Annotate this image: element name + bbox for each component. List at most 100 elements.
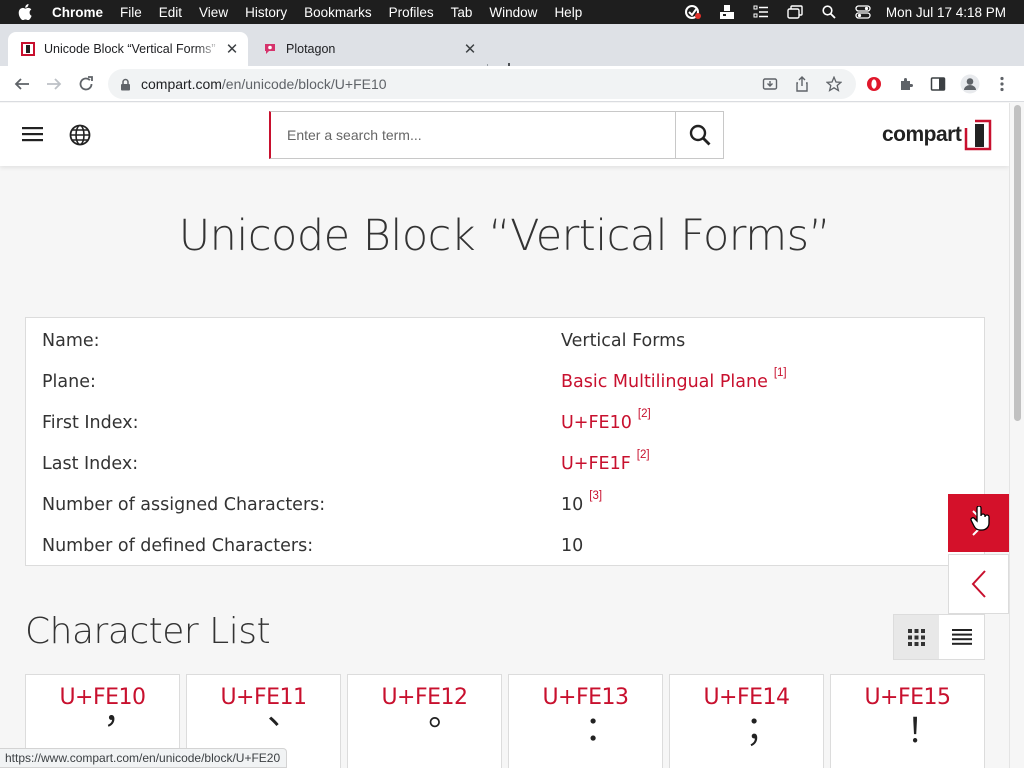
footnote-ref[interactable]: [1]: [774, 367, 787, 379]
menu-tab[interactable]: Tab: [451, 5, 473, 20]
info-label: First Index:: [42, 412, 139, 433]
plane-link[interactable]: Basic Multilingual Plane: [561, 372, 768, 392]
tab-plotagon[interactable]: Plotagon ✕: [250, 32, 486, 66]
block-info-table: Name: Vertical Forms Plane: Basic Multil…: [25, 317, 985, 566]
menu-view[interactable]: View: [199, 5, 228, 20]
lock-icon[interactable]: [120, 78, 131, 91]
compart-logo[interactable]: compart: [882, 118, 993, 152]
grid-view-button[interactable]: [894, 615, 939, 659]
menu-profiles[interactable]: Profiles: [389, 5, 434, 20]
info-value: 10: [561, 535, 584, 556]
hamburger-menu-icon[interactable]: [22, 124, 44, 144]
menu-window[interactable]: Window: [489, 5, 537, 20]
status-app-icon[interactable]: [676, 4, 710, 20]
info-label: Name:: [42, 330, 100, 351]
reload-icon[interactable]: [74, 72, 98, 96]
apple-menu-icon[interactable]: [18, 4, 36, 20]
menu-history[interactable]: History: [245, 5, 287, 20]
character-list-heading: Character List: [25, 611, 271, 652]
info-row-name: Name: Vertical Forms: [42, 320, 972, 361]
info-label: Plane:: [42, 371, 96, 392]
compart-favicon-icon: [20, 41, 36, 57]
character-code: U+FE12: [381, 685, 468, 710]
list-view-button[interactable]: [939, 615, 984, 659]
hand-pointer-cursor-icon: [970, 506, 992, 532]
menu-bookmarks[interactable]: Bookmarks: [304, 5, 372, 20]
grid-icon: [908, 628, 925, 646]
site-search-input[interactable]: [271, 112, 675, 158]
status-drive-icon[interactable]: [710, 4, 744, 20]
side-panel-icon[interactable]: [926, 72, 950, 96]
next-block-button[interactable]: [948, 494, 1009, 552]
tab-unicode-block[interactable]: Unicode Block “Vertical Forms” ✕: [8, 32, 248, 66]
character-code: U+FE15: [864, 685, 951, 710]
character-glyph: ︔: [729, 714, 764, 754]
chevron-left-icon: [971, 569, 987, 599]
plotagon-favicon-icon: [262, 41, 278, 57]
web-page: compart Unicode Block “Vertical Forms” N…: [0, 103, 1009, 768]
character-card[interactable]: U+FE14 ︔: [669, 674, 824, 768]
character-glyph: ︕: [890, 714, 925, 754]
character-code: U+FE11: [220, 685, 307, 710]
menu-edit[interactable]: Edit: [159, 5, 182, 20]
spotlight-search-icon[interactable]: [812, 5, 846, 19]
tab-strip: Unicode Block “Vertical Forms” ✕ Plotago…: [0, 24, 1024, 82]
footnote-ref[interactable]: [3]: [589, 490, 602, 502]
menu-file[interactable]: File: [120, 5, 142, 20]
info-row-plane: Plane: Basic Multilingual Plane [1]: [42, 361, 972, 402]
info-row-last-index: Last Index: U+FE1F [2]: [42, 443, 972, 484]
status-list-icon[interactable]: [744, 5, 778, 19]
macos-menu-bar: Chrome File Edit View History Bookmarks …: [0, 0, 1024, 24]
character-code: U+FE14: [703, 685, 790, 710]
character-card[interactable]: U+FE13 ︓: [508, 674, 663, 768]
info-value: 10: [561, 494, 584, 515]
footnote-ref[interactable]: [2]: [638, 408, 651, 420]
chrome-menu-kebab-icon[interactable]: [990, 72, 1014, 96]
scrollbar-thumb[interactable]: [1014, 105, 1021, 421]
character-glyph: ︒: [407, 714, 442, 754]
tab-close-icon[interactable]: ✕: [222, 39, 242, 59]
url-host: compart.com: [141, 76, 222, 92]
logo-mark-icon: [963, 118, 993, 152]
first-index-link[interactable]: U+FE10: [561, 413, 632, 433]
character-glyph: ︓: [568, 714, 603, 754]
footnote-ref[interactable]: [2]: [637, 449, 650, 461]
site-search-button[interactable]: [675, 112, 723, 158]
info-label: Last Index:: [42, 453, 139, 474]
share-icon[interactable]: [790, 72, 814, 96]
address-bar[interactable]: compart.com/en/unicode/block/U+FE10: [108, 69, 856, 99]
character-card[interactable]: U+FE12 ︒: [347, 674, 502, 768]
opera-extension-icon[interactable]: [862, 72, 886, 96]
install-app-icon[interactable]: [758, 72, 782, 96]
list-icon: [951, 629, 972, 645]
status-windows-icon[interactable]: [778, 5, 812, 19]
profile-avatar-icon[interactable]: [958, 72, 982, 96]
tab-title: Unicode Block “Vertical Forms”: [44, 42, 216, 56]
character-card[interactable]: U+FE15 ︕: [830, 674, 985, 768]
tab-close-icon[interactable]: ✕: [460, 39, 480, 59]
view-toggle: [893, 614, 985, 660]
language-globe-icon[interactable]: [69, 124, 91, 146]
search-icon: [689, 124, 711, 146]
previous-block-button[interactable]: [948, 554, 1009, 614]
menu-help[interactable]: Help: [554, 5, 582, 20]
info-row-first-index: First Index: U+FE10 [2]: [42, 402, 972, 443]
tab-title: Plotagon: [286, 42, 336, 56]
page-scrollbar[interactable]: [1009, 103, 1024, 768]
info-label: Number of defined Characters:: [42, 535, 314, 556]
info-row-defined: Number of defined Characters: 10: [42, 525, 972, 566]
menu-clock[interactable]: Mon Jul 17 4:18 PM: [886, 5, 1006, 20]
menu-app-name[interactable]: Chrome: [52, 5, 103, 20]
info-value: Vertical Forms: [561, 330, 686, 351]
url-path: /en/unicode/block/U+FE10: [221, 76, 387, 92]
last-index-link[interactable]: U+FE1F: [561, 454, 631, 474]
info-label: Number of assigned Characters:: [42, 494, 326, 515]
page-title: Unicode Block “Vertical Forms”: [178, 211, 831, 261]
bookmark-star-icon[interactable]: [822, 72, 846, 96]
forward-arrow-icon[interactable]: [42, 72, 66, 96]
character-code: U+FE10: [59, 685, 146, 710]
site-search-box: [269, 111, 724, 159]
back-arrow-icon[interactable]: [10, 72, 34, 96]
extensions-puzzle-icon[interactable]: [894, 72, 918, 96]
control-center-icon[interactable]: [846, 5, 880, 19]
